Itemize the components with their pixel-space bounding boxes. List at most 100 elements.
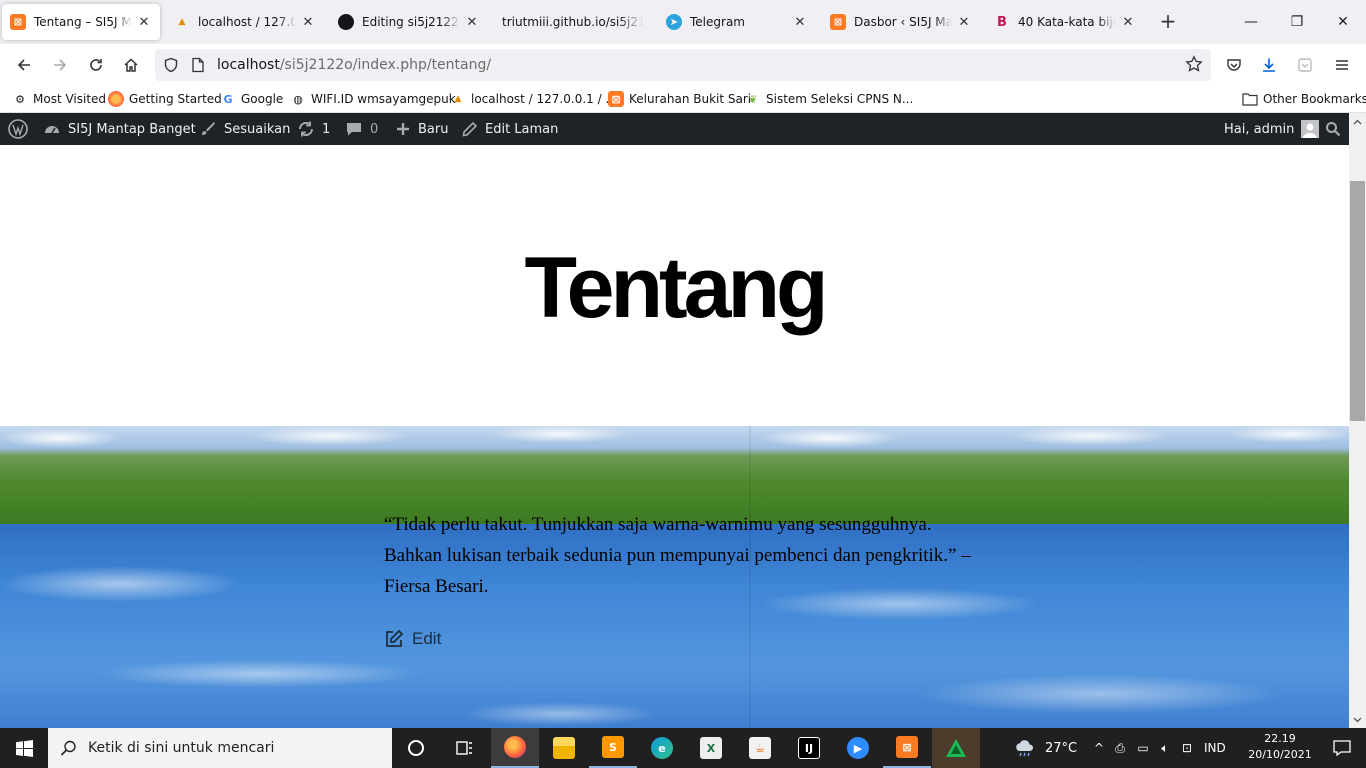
pencil-icon [462,121,478,136]
xampp-icon: ⊠ [608,91,624,107]
updates-icon [298,121,314,137]
network-icon[interactable]: ⊡ [1176,741,1198,755]
cortana-button[interactable] [392,728,440,768]
back-button[interactable] [10,51,38,79]
address-bar[interactable]: localhost/si5j2122o/index.php/tentang/ [155,49,1211,81]
bookmark-wifi-id[interactable]: ◍ WIFI.ID wmsayamgepuk [290,90,456,108]
navigation-toolbar: localhost/si5j2122o/index.php/tentang/ [0,44,1366,86]
bookmark-kelurahan[interactable]: ⊠ Kelurahan Bukit Sari [608,90,751,108]
notification-center-button[interactable] [1318,728,1366,768]
wp-customize[interactable]: Sesuaikan [199,113,290,145]
xampp-icon: ⊠ [10,14,26,30]
plus-icon [397,123,409,135]
browser-tab-strip: ⊠ Tentang – SI5J Mantap Banget ✕ ▲ local… [0,0,1366,44]
wp-search[interactable] [1325,113,1348,145]
close-window-button[interactable]: ✕ [1320,0,1366,44]
wp-my-account[interactable]: Hai, admin [1224,113,1320,145]
reload-button[interactable] [82,51,110,79]
taskbar-java[interactable]: ☕ [736,728,784,768]
scroll-up-button[interactable] [1349,113,1366,130]
green-triangle-icon [946,739,966,757]
task-view-icon [456,741,472,755]
notification-icon [1333,740,1351,756]
forward-button[interactable] [46,51,74,79]
bookmark-localhost[interactable]: ▲ localhost / 127.0.0.1 / ... [450,90,617,108]
minimize-button[interactable]: — [1228,0,1274,44]
taskbar-green-app[interactable] [932,728,980,768]
close-tab-icon[interactable]: ✕ [956,15,972,30]
tab-telegram[interactable]: ➤ Telegram ✕ [658,4,816,40]
chevron-up-icon[interactable]: ^ [1092,741,1106,755]
volume-icon[interactable]: 🔈︎ [1154,741,1176,756]
taskbar-excel[interactable]: X [687,728,735,768]
task-view-button[interactable] [440,728,488,768]
close-tab-icon[interactable]: ✕ [136,15,152,30]
tab-kata-bijak[interactable]: B 40 Kata-kata bijak hidup ✕ [986,4,1144,40]
bookmark-getting-started[interactable]: Getting Started [108,90,222,108]
page-icon[interactable] [191,57,205,73]
new-tab-button[interactable]: + [1156,10,1180,34]
telegram-icon: ➤ [666,14,682,30]
dashboard-icon [45,126,59,134]
tab-editing[interactable]: Editing si5j2122o/index.html ✕ [330,4,488,40]
url-host: localhost [217,57,280,73]
star-icon[interactable] [1185,55,1203,73]
taskbar-firefox[interactable] [491,728,539,768]
downloads-button[interactable] [1255,51,1283,79]
wp-logo-menu[interactable] [8,113,35,145]
taskbar-clock[interactable]: 22.19 20/10/2021 [1244,731,1316,763]
chevron-down-icon [1353,717,1362,722]
tab-localhost[interactable]: ▲ localhost / 127.0.0.1 / si5j2122o ✕ [166,4,324,40]
search-icon [1326,122,1341,137]
tab-github-io[interactable]: triutmiii.github.io/si5j2122o [494,4,652,40]
leaf-icon: ❦ [748,92,758,106]
restore-button[interactable]: ❐ [1274,0,1320,44]
close-tab-icon[interactable]: ✕ [300,15,316,30]
other-bookmarks[interactable]: Other Bookmarks [1242,90,1366,108]
zoom-icon: ▶ [847,737,869,759]
url-path: /si5j2122o/index.php/tentang/ [279,57,492,73]
greeting-label: Hai, admin [1224,121,1295,137]
shield-icon[interactable] [163,57,179,73]
pocket-icon [1227,59,1241,71]
taskbar-xampp[interactable]: ⊠ [883,728,931,768]
taskbar-search-box[interactable]: Ketik di sini untuk mencari [48,728,392,768]
bookmark-most-visited[interactable]: ⚙ Most Visited [12,90,106,108]
url-text[interactable]: localhost/si5j2122o/index.php/tentang/ [217,57,491,73]
wp-updates[interactable]: 1 [297,113,330,145]
home-button[interactable] [117,51,145,79]
bookmark-google[interactable]: G Google [220,90,283,108]
scroll-thumb[interactable] [1350,181,1365,421]
tab-tentang[interactable]: ⊠ Tentang – SI5J Mantap Banget ✕ [2,4,160,40]
meet-now-icon[interactable]: ⎙ [1108,741,1132,756]
taskbar-file-explorer[interactable] [540,728,588,768]
taskbar-zoom[interactable]: ▶ [834,728,882,768]
input-language[interactable]: IND [1204,741,1226,755]
close-tab-icon[interactable]: ✕ [464,15,480,30]
taskbar-edge[interactable]: e [638,728,686,768]
bookmark-cpns[interactable]: ❦ Sistem Seleksi CPNS N... [745,90,913,108]
wp-new-content[interactable]: Baru [395,113,448,145]
taskbar-sublime-text[interactable]: S [589,728,637,768]
customize-label: Sesuaikan [224,121,291,137]
tab-dasbor[interactable]: ⊠ Dasbor ‹ SI5J Mantap Banget ✕ [822,4,980,40]
edit-label: Edit [412,629,442,648]
weather-widget[interactable]: 27°C [1013,728,1077,768]
vertical-scrollbar[interactable] [1349,113,1366,728]
wp-edit-page[interactable]: Edit Laman [461,113,558,145]
extension-button[interactable] [1291,51,1319,79]
start-button[interactable] [0,728,48,768]
windows-logo-icon [15,739,33,757]
pocket-button[interactable] [1220,51,1248,79]
menu-button[interactable] [1328,51,1356,79]
close-tab-icon[interactable]: ✕ [792,15,808,30]
close-tab-icon[interactable]: ✕ [1120,15,1136,30]
bookmark-label: Most Visited [33,92,107,106]
scroll-down-button[interactable] [1349,711,1366,728]
wp-comments[interactable]: 0 [345,113,378,145]
battery-icon[interactable]: ▭ [1132,741,1154,755]
wp-site-name[interactable]: SI5J Mantap Banget [43,113,196,145]
taskbar-intellij[interactable]: IJ [785,728,833,768]
edit-link[interactable]: Edit [384,629,441,649]
new-label: Baru [418,121,449,137]
